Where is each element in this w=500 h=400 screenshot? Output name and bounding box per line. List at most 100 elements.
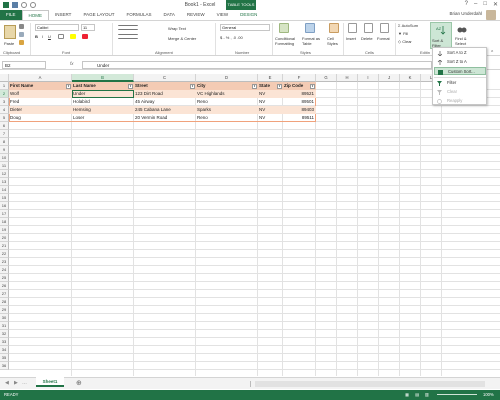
filter-dropdown-button[interactable]: ▾ bbox=[252, 84, 257, 89]
delete-button[interactable]: Delete bbox=[361, 36, 373, 41]
copy-icon[interactable] bbox=[19, 32, 24, 37]
cell-styles-icon[interactable] bbox=[329, 23, 339, 33]
row-header[interactable]: 30 bbox=[0, 314, 9, 322]
formula-input[interactable]: Under bbox=[82, 61, 432, 69]
table-cell[interactable]: Fred bbox=[9, 98, 72, 106]
table-header-cell[interactable]: City ▾ bbox=[196, 82, 258, 90]
table-cell[interactable]: Dieter bbox=[9, 106, 72, 114]
save-icon[interactable] bbox=[12, 2, 18, 8]
table-header-cell[interactable]: State ▾ bbox=[258, 82, 283, 90]
close-icon[interactable]: ✕ bbox=[493, 1, 498, 8]
filter-dropdown-button[interactable]: ▾ bbox=[310, 84, 315, 89]
row-header[interactable]: 21 bbox=[0, 242, 9, 250]
column-header[interactable]: D bbox=[196, 74, 258, 82]
row-header[interactable]: 3 bbox=[0, 98, 9, 106]
column-header[interactable]: A bbox=[9, 74, 72, 82]
row-header[interactable]: 31 bbox=[0, 322, 9, 330]
conditional-formatting-icon[interactable] bbox=[279, 23, 289, 33]
format-as-table-button[interactable]: Format as Table bbox=[302, 36, 326, 46]
collapse-ribbon-icon[interactable]: ⌃ bbox=[490, 50, 494, 56]
row-header[interactable]: 9 bbox=[0, 146, 9, 154]
tab-data[interactable]: DATA bbox=[158, 10, 181, 20]
menu-custom-sort[interactable]: Custom Sort... bbox=[434, 67, 486, 75]
find-select-button[interactable]: Find & Select bbox=[455, 36, 477, 46]
row-header[interactable]: 23 bbox=[0, 258, 9, 266]
clear-button[interactable]: ◇ Clear bbox=[398, 39, 412, 44]
row-header[interactable]: 7 bbox=[0, 130, 9, 138]
row-header[interactable]: 26 bbox=[0, 282, 9, 290]
user-name[interactable]: Brian Underdahl bbox=[449, 11, 482, 16]
table-cell[interactable]: NV bbox=[258, 106, 283, 114]
table-cell[interactable]: 89511 bbox=[283, 114, 316, 122]
table-cell[interactable]: 45 Airway bbox=[134, 98, 196, 106]
filter-dropdown-button[interactable]: ▾ bbox=[277, 84, 282, 89]
row-header[interactable]: 2 bbox=[0, 90, 9, 98]
table-cell[interactable]: 89403 bbox=[283, 106, 316, 114]
sheet-tab-sheet1[interactable]: Sheet1 bbox=[36, 377, 64, 387]
filter-dropdown-button[interactable]: ▾ bbox=[190, 84, 195, 89]
row-header[interactable]: 35 bbox=[0, 354, 9, 362]
add-sheet-icon[interactable]: ⊕ bbox=[76, 379, 82, 387]
tab-insert[interactable]: INSERT bbox=[49, 10, 77, 20]
table-header-cell[interactable]: Last Name ▾ bbox=[72, 82, 134, 90]
row-header[interactable]: 16 bbox=[0, 202, 9, 210]
tab-file[interactable]: FILE bbox=[0, 10, 22, 20]
table-cell[interactable]: Loser bbox=[72, 114, 134, 122]
sort-filter-button[interactable]: AZ Sort & Filter bbox=[430, 22, 452, 49]
table-cell[interactable]: 245 Cabana Lane bbox=[134, 106, 196, 114]
number-format-select[interactable]: General bbox=[220, 24, 270, 31]
table-cell[interactable]: Wolf bbox=[9, 90, 72, 98]
row-header[interactable]: 13 bbox=[0, 178, 9, 186]
filter-dropdown-button[interactable]: ▾ bbox=[66, 84, 71, 89]
format-button[interactable]: Format bbox=[377, 36, 390, 41]
wrap-text-button[interactable]: Wrap Text bbox=[168, 26, 186, 31]
tab-view[interactable]: VIEW bbox=[211, 10, 235, 20]
row-header[interactable]: 5 bbox=[0, 114, 9, 122]
paste-icon[interactable] bbox=[4, 25, 16, 39]
tab-review[interactable]: REVIEW bbox=[181, 10, 211, 20]
row-header[interactable]: 27 bbox=[0, 290, 9, 298]
format-painter-icon[interactable] bbox=[19, 40, 24, 45]
cell-styles-button[interactable]: Cell Styles bbox=[327, 36, 341, 46]
row-header[interactable]: 6 bbox=[0, 122, 9, 130]
row-header[interactable]: 20 bbox=[0, 234, 9, 242]
paste-button[interactable]: Paste bbox=[4, 41, 14, 46]
page-break-view-icon[interactable]: ▥ bbox=[425, 390, 429, 400]
italic-button[interactable]: I bbox=[42, 34, 43, 39]
table-cell[interactable]: NV bbox=[258, 114, 283, 122]
undo-icon[interactable] bbox=[21, 2, 27, 8]
column-header[interactable]: F bbox=[283, 74, 316, 82]
autosum-button[interactable]: Σ AutoSum bbox=[398, 23, 418, 28]
table-cell[interactable]: Doug bbox=[9, 114, 72, 122]
row-header[interactable]: 8 bbox=[0, 138, 9, 146]
row-header[interactable]: 4 bbox=[0, 106, 9, 114]
row-header[interactable]: 34 bbox=[0, 346, 9, 354]
table-cell[interactable]: Reno bbox=[196, 98, 258, 106]
menu-sort-z-to-a[interactable]: Sort Z to A bbox=[434, 58, 486, 66]
align-icons[interactable] bbox=[118, 25, 138, 30]
row-header[interactable]: 24 bbox=[0, 266, 9, 274]
zoom-slider[interactable] bbox=[437, 394, 477, 395]
format-icon[interactable] bbox=[380, 23, 389, 33]
table-cell[interactable]: Reno bbox=[196, 114, 258, 122]
menu-sort-a-to-z[interactable]: Sort A to Z bbox=[434, 49, 486, 57]
table-header-cell[interactable]: First Name ▾ bbox=[9, 82, 72, 90]
table-cell[interactable]: 89521 bbox=[283, 90, 316, 98]
fill-button[interactable]: ▼ Fill bbox=[398, 31, 408, 36]
row-header[interactable]: 22 bbox=[0, 250, 9, 258]
normal-view-icon[interactable]: ▦ bbox=[405, 390, 409, 400]
maximize-icon[interactable]: □ bbox=[483, 1, 487, 8]
insert-button[interactable]: Insert bbox=[346, 36, 356, 41]
prev-sheet-icon[interactable]: ◀ bbox=[5, 380, 9, 386]
filter-dropdown-button[interactable]: ▾ bbox=[128, 84, 133, 89]
format-as-table-icon[interactable] bbox=[305, 23, 315, 33]
next-sheet-icon[interactable]: ▶ bbox=[14, 380, 18, 386]
menu-reapply[interactable]: Reapply bbox=[434, 97, 486, 105]
minimize-icon[interactable]: – bbox=[474, 1, 477, 8]
font-size-select[interactable]: 11 bbox=[81, 24, 95, 31]
row-header[interactable]: 12 bbox=[0, 170, 9, 178]
column-header[interactable]: E bbox=[258, 74, 283, 82]
help-icon[interactable]: ? bbox=[465, 1, 468, 8]
more-sheets-icon[interactable]: … bbox=[22, 380, 27, 386]
row-header[interactable]: 14 bbox=[0, 186, 9, 194]
